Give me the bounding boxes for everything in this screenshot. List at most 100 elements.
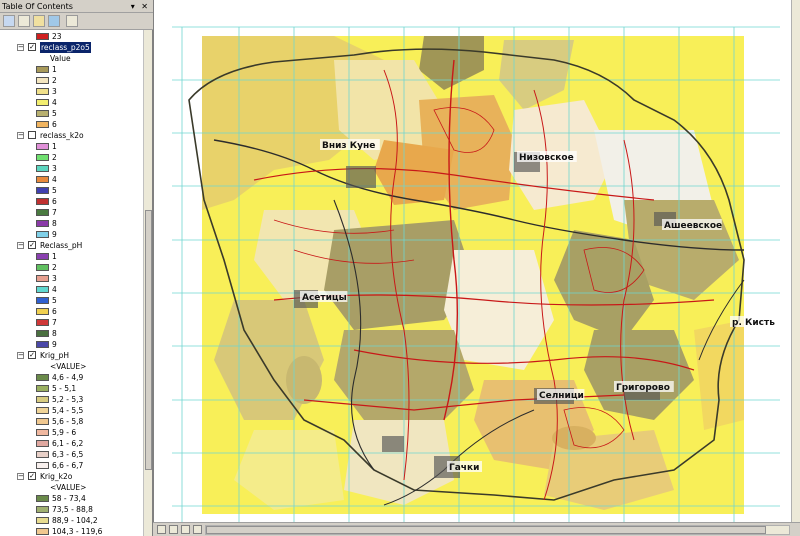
legend-field-label: Value [50,54,71,63]
collapse-icon[interactable]: − [17,44,24,51]
legend-class-label: 5,4 - 5,5 [52,406,84,415]
data-view-icon[interactable] [157,525,166,534]
map-place-label: Вниз Куне [322,141,375,151]
toc-legend-class: 4 [0,97,143,108]
toc-legend-header: <VALUE> [0,482,143,493]
legend-swatch[interactable] [36,143,49,150]
options-icon[interactable] [66,15,78,27]
map-view[interactable]: Низовское Ашеевское Асетицы Григорово Селниц… [153,0,800,522]
toc-window-controls[interactable]: ▾ ✕ [131,0,150,13]
legend-swatch[interactable] [36,440,49,447]
layer-name[interactable]: Krig_pH [40,350,69,361]
map-horizontal-scrollbar[interactable] [205,525,790,535]
layer-visibility-checkbox[interactable] [28,131,36,139]
toc-layer-row[interactable]: − ✓ Krig_k2o [0,471,143,482]
layer-name[interactable]: Reclass_pH [40,240,82,251]
legend-swatch[interactable] [36,341,49,348]
legend-swatch[interactable] [36,176,49,183]
map-vertical-scrollbar[interactable] [791,0,800,522]
legend-swatch[interactable] [36,451,49,458]
toc-legend-class: 5,6 - 5,8 [0,416,143,427]
toc-legend-class: 4 [0,174,143,185]
layer-visibility-checkbox[interactable]: ✓ [28,241,36,249]
legend-swatch[interactable] [36,506,49,513]
toc-layer-list: 23− ✓ reclass_p2o5 Value 1 2 3 4 5 6− reclass_k2o 1… [0,30,143,536]
legend-swatch[interactable] [36,396,49,403]
layer-name[interactable]: Krig_k2o [40,471,72,482]
collapse-icon[interactable]: − [17,352,24,359]
legend-swatch[interactable] [36,385,49,392]
legend-swatch[interactable] [36,374,49,381]
toc-scrollbar[interactable] [143,30,152,536]
legend-swatch[interactable] [36,110,49,117]
toc-layer-row[interactable]: − ✓ reclass_p2o5 [0,42,143,53]
legend-swatch[interactable] [36,66,49,73]
toc-layer-row[interactable]: − ✓ Krig_pH [0,350,143,361]
collapse-icon[interactable]: − [17,242,24,249]
legend-swatch[interactable] [36,154,49,161]
layer-visibility-checkbox[interactable]: ✓ [28,472,36,480]
toc-layer-row[interactable]: − ✓ Reclass_pH [0,240,143,251]
legend-swatch[interactable] [36,418,49,425]
refresh-icon[interactable] [181,525,190,534]
legend-field-label: <VALUE> [50,483,87,492]
toc-scroll-thumb[interactable] [145,210,152,470]
toc-legend-class: 2 [0,262,143,273]
legend-swatch[interactable] [36,264,49,271]
legend-swatch[interactable] [36,121,49,128]
legend-swatch[interactable] [36,209,49,216]
toc-legend-class: 5 [0,185,143,196]
list-by-visibility-icon[interactable] [33,15,45,27]
list-by-source-icon[interactable] [18,15,30,27]
list-by-selection-icon[interactable] [48,15,60,27]
legend-swatch[interactable] [36,319,49,326]
toc-layer-row[interactable]: − reclass_k2o [0,130,143,141]
legend-swatch[interactable] [36,286,49,293]
legend-swatch[interactable] [36,77,49,84]
legend-swatch[interactable] [36,187,49,194]
legend-swatch[interactable] [36,330,49,337]
layout-view-icon[interactable] [169,525,178,534]
legend-swatch[interactable] [36,275,49,282]
legend-swatch[interactable] [36,253,49,260]
legend-class-label: 6,3 - 6,5 [52,450,84,459]
legend-class-label: 6 [52,307,57,316]
legend-swatch[interactable] [36,33,49,40]
legend-swatch[interactable] [36,308,49,315]
legend-swatch[interactable] [36,198,49,205]
toc-legend-class: 1 [0,141,143,152]
toc-legend-class: 6,1 - 6,2 [0,438,143,449]
toc-legend-class: 58 - 73,4 [0,493,143,504]
map-place-label: Асетицы [302,293,347,303]
layer-visibility-checkbox[interactable]: ✓ [28,43,36,51]
legend-swatch[interactable] [36,407,49,414]
legend-swatch[interactable] [36,220,49,227]
toc-legend-class: 6 [0,119,143,130]
legend-swatch[interactable] [36,88,49,95]
legend-swatch[interactable] [36,462,49,469]
legend-class-label: 6 [52,120,57,129]
legend-class-label: 5,6 - 5,8 [52,417,84,426]
legend-swatch[interactable] [36,99,49,106]
map-canvas[interactable]: Низовское Ашеевское Асетицы Григорово Селниц… [154,0,791,522]
legend-swatch[interactable] [36,517,49,524]
layer-visibility-checkbox[interactable]: ✓ [28,351,36,359]
collapse-icon[interactable]: − [17,473,24,480]
map-hscroll-thumb[interactable] [206,526,766,534]
legend-swatch[interactable] [36,231,49,238]
toc-legend-class: 8 [0,328,143,339]
list-by-drawing-order-icon[interactable] [3,15,15,27]
legend-swatch[interactable] [36,297,49,304]
legend-class-label: 2 [52,153,57,162]
pause-drawing-icon[interactable] [193,525,202,534]
collapse-icon[interactable]: − [17,132,24,139]
legend-swatch[interactable] [36,165,49,172]
layer-name[interactable]: reclass_k2o [40,130,84,141]
legend-swatch[interactable] [36,528,49,535]
map-place-label: Гачки [449,463,479,473]
legend-class-label: 3 [52,87,57,96]
legend-swatch[interactable] [36,495,49,502]
layer-name[interactable]: reclass_p2o5 [40,42,91,53]
legend-field-label: <VALUE> [50,362,87,371]
legend-swatch[interactable] [36,429,49,436]
